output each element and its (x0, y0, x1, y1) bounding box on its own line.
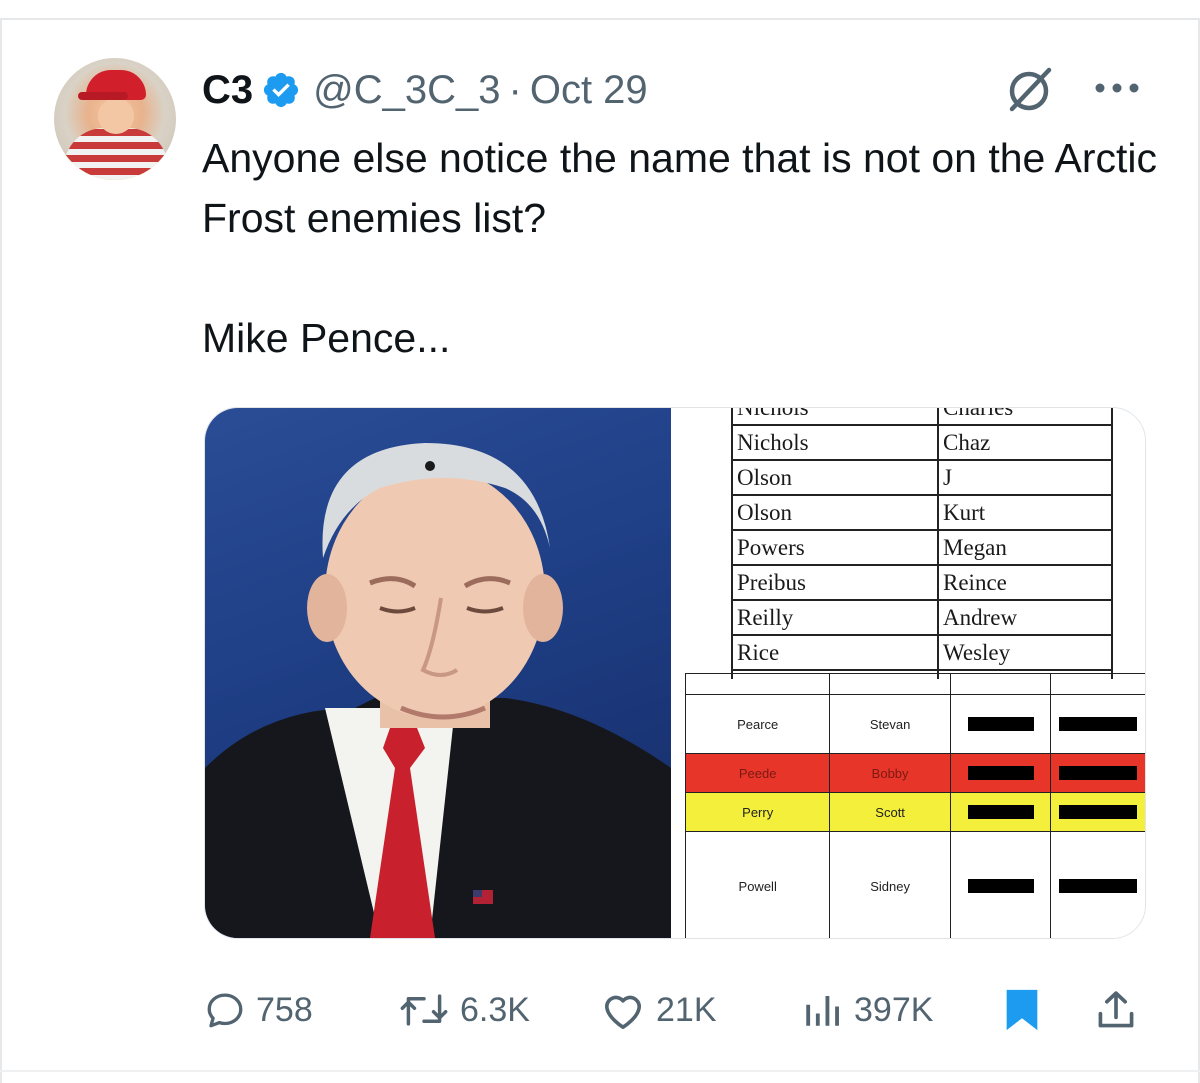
table-row: Pearce Stevan (686, 695, 1145, 754)
table-row: Rice Wesley (733, 636, 1111, 671)
retweet-button[interactable]: 6.3K (398, 980, 530, 1040)
verified-badge-icon[interactable] (261, 70, 301, 110)
table-row (686, 674, 1145, 695)
tweet-border-top (0, 18, 1200, 20)
enemies-list-document: Nichols Charles Nichols Chaz Olson J Ols… (671, 408, 1145, 938)
list-table-bottom: Pearce Stevan Peede Bobby Perry Scott Po… (685, 673, 1145, 938)
reply-button[interactable]: 758 (204, 980, 313, 1040)
grok-icon[interactable] (1003, 62, 1057, 116)
redaction-bar (1059, 879, 1138, 893)
display-name[interactable]: C3 (202, 68, 253, 113)
table-row: Reilly Andrew (733, 601, 1111, 636)
tweet-media[interactable]: Nichols Charles Nichols Chaz Olson J Ols… (204, 407, 1146, 939)
table-row: Nichols Chaz (733, 426, 1111, 461)
redaction-bar (1059, 805, 1138, 819)
tweet-text: Anyone else notice the name that is not … (202, 135, 1157, 361)
redaction-bar (967, 805, 1034, 819)
share-icon (1098, 991, 1134, 1028)
redaction-bar (1059, 717, 1138, 731)
table-row: Olson J (733, 461, 1111, 496)
tweet-border-left (0, 18, 2, 1083)
tweet-actions: 758 6.3K 21K 397K (204, 980, 1144, 1040)
bookmark-icon (1006, 989, 1038, 1031)
heart-icon (604, 995, 642, 1029)
like-count: 21K (656, 990, 717, 1029)
table-row: Powers Megan (733, 531, 1111, 566)
table-row-highlighted-red: Peede Bobby (686, 754, 1145, 793)
like-button[interactable]: 21K (600, 980, 717, 1040)
redaction-bar (967, 766, 1034, 780)
views-count: 397K (854, 990, 934, 1029)
politician-photo (205, 408, 671, 938)
table-row: Nichols Charles (733, 408, 1111, 426)
bookmark-button[interactable] (1000, 980, 1044, 1040)
share-button[interactable] (1094, 980, 1138, 1040)
redaction-bar (1059, 766, 1138, 780)
reply-count: 758 (256, 990, 313, 1029)
redaction-bar (967, 879, 1034, 893)
user-handle[interactable]: @C_3C_3 (313, 68, 500, 113)
table-row: Powell Sidney (686, 832, 1145, 938)
views-icon (806, 996, 839, 1026)
avatar[interactable] (54, 58, 176, 180)
more-icon[interactable] (1090, 76, 1144, 100)
retweet-icon (400, 994, 448, 1026)
tweet-header: C3 @C_3C_3 · Oct 29 (202, 62, 648, 118)
redaction-bar (967, 717, 1034, 731)
list-table-top: Nichols Charles Nichols Chaz Olson J Ols… (731, 408, 1113, 679)
reply-icon (207, 993, 243, 1028)
tweet-border-bottom (0, 1070, 1200, 1072)
table-row: Preibus Reince (733, 566, 1111, 601)
tweet-date[interactable]: Oct 29 (530, 68, 648, 113)
views-button[interactable]: 397K (800, 980, 933, 1040)
table-row: Olson Kurt (733, 496, 1111, 531)
separator-dot: · (508, 67, 522, 112)
retweet-count: 6.3K (460, 990, 530, 1029)
table-row-highlighted-yellow: Perry Scott (686, 793, 1145, 832)
